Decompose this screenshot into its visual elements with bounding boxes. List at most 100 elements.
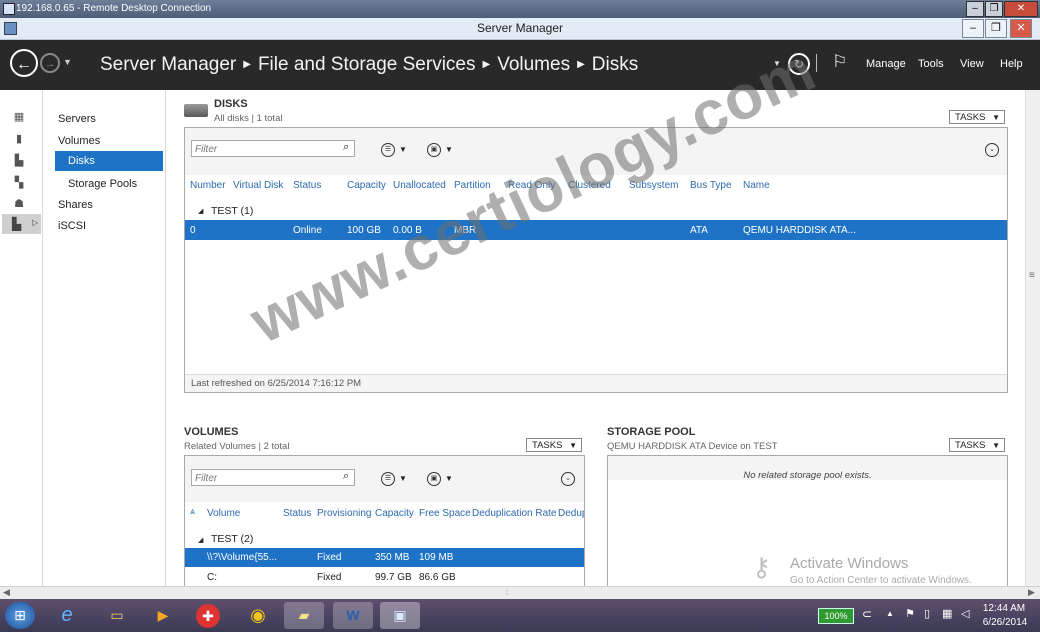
- col-capacity[interactable]: Capacity: [375, 508, 414, 519]
- table-row[interactable]: 0 Online 100 GB 0.00 B MBR ATA QEMU HARD…: [185, 220, 1007, 240]
- window-close-button[interactable]: ✕: [1010, 19, 1032, 38]
- sort-ascending-icon[interactable]: ⩓: [190, 506, 195, 517]
- breadcrumb-file-storage[interactable]: File and Storage Services: [258, 54, 476, 76]
- network-icon[interactable]: ▦: [942, 607, 952, 620]
- breadcrumb-server-manager[interactable]: Server Manager: [100, 54, 236, 76]
- disks-filter-input[interactable]: Filter: [191, 140, 355, 157]
- expand-collapse-icon[interactable]: ⌄: [561, 472, 575, 486]
- window-restore-button[interactable]: ❐: [985, 19, 1007, 38]
- chevron-down-icon[interactable]: ▼: [399, 474, 407, 483]
- clock-date[interactable]: 6/26/2014: [980, 617, 1030, 628]
- manage-menu[interactable]: Manage: [866, 58, 906, 70]
- disks-group-test[interactable]: TEST (1): [211, 205, 253, 217]
- chrome-icon[interactable]: ◉: [243, 602, 273, 629]
- breadcrumb-separator-icon: ▶: [243, 59, 251, 70]
- col-unallocated[interactable]: Unallocated: [393, 180, 446, 191]
- search-icon[interactable]: ⌕: [343, 141, 349, 154]
- storage-pool-subtitle: QEMU HARDDISK ATA Device on TEST: [607, 441, 778, 452]
- show-hidden-icons-icon[interactable]: ▲: [886, 609, 894, 618]
- file-storage-services-nav[interactable]: ▙ ▷: [2, 214, 41, 234]
- antivirus-icon[interactable]: ✚: [196, 604, 220, 628]
- breadcrumb-volumes[interactable]: Volumes: [497, 54, 570, 76]
- back-arrow-icon: ←: [16, 56, 32, 73]
- col-status[interactable]: Status: [283, 508, 311, 519]
- media-player-icon[interactable]: ▶: [148, 602, 178, 629]
- word-icon[interactable]: W: [333, 602, 373, 629]
- expand-collapse-icon[interactable]: ⌄: [985, 143, 999, 157]
- volumes-tasks-button[interactable]: TASKS ▼: [526, 438, 582, 452]
- group-collapse-icon[interactable]: ◢: [198, 536, 203, 544]
- start-button[interactable]: ⊞: [5, 602, 35, 629]
- scroll-left-icon[interactable]: ◀: [3, 587, 10, 598]
- tools-menu[interactable]: Tools: [918, 58, 944, 70]
- power-icon[interactable]: ▯: [924, 607, 930, 620]
- horizontal-scrollbar[interactable]: ◀ ⦙ ▶: [0, 586, 1040, 600]
- nav-servers[interactable]: Servers: [58, 113, 96, 125]
- chevron-down-icon[interactable]: ▼: [445, 145, 453, 154]
- file-explorer-icon[interactable]: ▭: [102, 602, 132, 629]
- col-provisioning[interactable]: Provisioning: [317, 508, 371, 519]
- group-collapse-icon[interactable]: ◢: [198, 207, 203, 215]
- history-dropdown-icon[interactable]: ▼: [63, 57, 72, 67]
- battery-indicator[interactable]: 100%: [818, 608, 854, 624]
- table-row[interactable]: \\?\Volume{55... Fixed 350 MB 109 MB: [185, 548, 584, 567]
- list-view-icon[interactable]: ☰: [381, 143, 395, 157]
- file-services-icon[interactable]: ▚: [12, 177, 26, 189]
- vmware-tray-icon[interactable]: ⊂: [862, 607, 872, 621]
- internet-explorer-icon[interactable]: e: [52, 602, 82, 629]
- list-view-icon[interactable]: ☰: [381, 472, 395, 486]
- rdp-close-button[interactable]: ✕: [1004, 1, 1038, 17]
- clock-time[interactable]: 12:44 AM: [982, 603, 1026, 614]
- storage-pool-tasks-button[interactable]: TASKS ▼: [949, 438, 1005, 452]
- col-deduplication-rate[interactable]: Deduplication Rate: [472, 508, 557, 519]
- cell-status: Online: [293, 225, 322, 236]
- window-minimize-button[interactable]: –: [962, 19, 984, 38]
- col-volume[interactable]: Volume: [207, 508, 240, 519]
- col-capacity[interactable]: Capacity: [347, 180, 386, 191]
- local-server-icon[interactable]: ▮: [12, 133, 26, 145]
- nav-disks[interactable]: Disks: [55, 151, 163, 171]
- file-storage-icon: ▙: [12, 217, 22, 231]
- search-icon[interactable]: ⌕: [343, 470, 349, 483]
- rdp-minimize-button[interactable]: –: [966, 1, 984, 17]
- nav-storage-pools[interactable]: Storage Pools: [68, 178, 137, 190]
- col-bus-type[interactable]: Bus Type: [690, 180, 732, 191]
- cell-provisioning: Fixed: [317, 572, 342, 583]
- dashboard-icon[interactable]: ▦: [12, 111, 26, 123]
- volume-icon[interactable]: ◁: [961, 607, 969, 620]
- storage-pool-empty-message: No related storage pool exists.: [743, 470, 872, 481]
- volumes-filter-input[interactable]: Filter: [191, 469, 355, 486]
- action-center-flag-icon[interactable]: ⚑: [905, 607, 915, 620]
- col-number[interactable]: Number: [190, 180, 226, 191]
- col-virtual-disk[interactable]: Virtual Disk: [233, 180, 283, 191]
- save-query-icon[interactable]: ▣: [427, 472, 441, 486]
- notifications-flag-icon[interactable]: ⚐: [832, 52, 847, 72]
- vertical-scrollbar[interactable]: ≡: [1025, 90, 1040, 586]
- scroll-right-icon[interactable]: ▶: [1028, 587, 1035, 598]
- iis-icon[interactable]: ☗: [12, 198, 26, 210]
- table-row[interactable]: C: Fixed 99.7 GB 86.6 GB: [185, 568, 584, 587]
- col-status[interactable]: Status: [293, 180, 321, 191]
- breadcrumb: Server Manager ▶ File and Storage Services…: [100, 54, 638, 76]
- view-menu[interactable]: View: [960, 58, 984, 70]
- rdp-restore-button[interactable]: ❐: [985, 1, 1003, 17]
- chevron-down-icon: ▼: [992, 441, 1000, 450]
- help-menu[interactable]: Help: [1000, 58, 1023, 70]
- chevron-down-icon[interactable]: ▼: [445, 474, 453, 483]
- breadcrumb-disks[interactable]: Disks: [592, 54, 638, 76]
- remote-desktop-icon[interactable]: ▣: [380, 602, 420, 629]
- volumes-group-test[interactable]: TEST (2): [211, 533, 253, 545]
- all-servers-icon[interactable]: ▙: [12, 155, 26, 167]
- disks-tasks-button[interactable]: TASKS ▼: [949, 110, 1005, 124]
- chevron-down-icon[interactable]: ▼: [399, 145, 407, 154]
- back-button[interactable]: ←: [10, 49, 38, 77]
- save-query-icon[interactable]: ▣: [427, 143, 441, 157]
- col-dedup[interactable]: Dedup: [558, 508, 584, 519]
- nav-volumes[interactable]: Volumes: [58, 135, 100, 147]
- explorer-window-icon[interactable]: ▰: [284, 602, 324, 629]
- forward-button[interactable]: →: [40, 53, 60, 73]
- col-name[interactable]: Name: [743, 180, 770, 191]
- col-free-space[interactable]: Free Space: [419, 508, 471, 519]
- nav-shares[interactable]: Shares: [58, 199, 93, 211]
- nav-iscsi[interactable]: iSCSI: [58, 220, 86, 232]
